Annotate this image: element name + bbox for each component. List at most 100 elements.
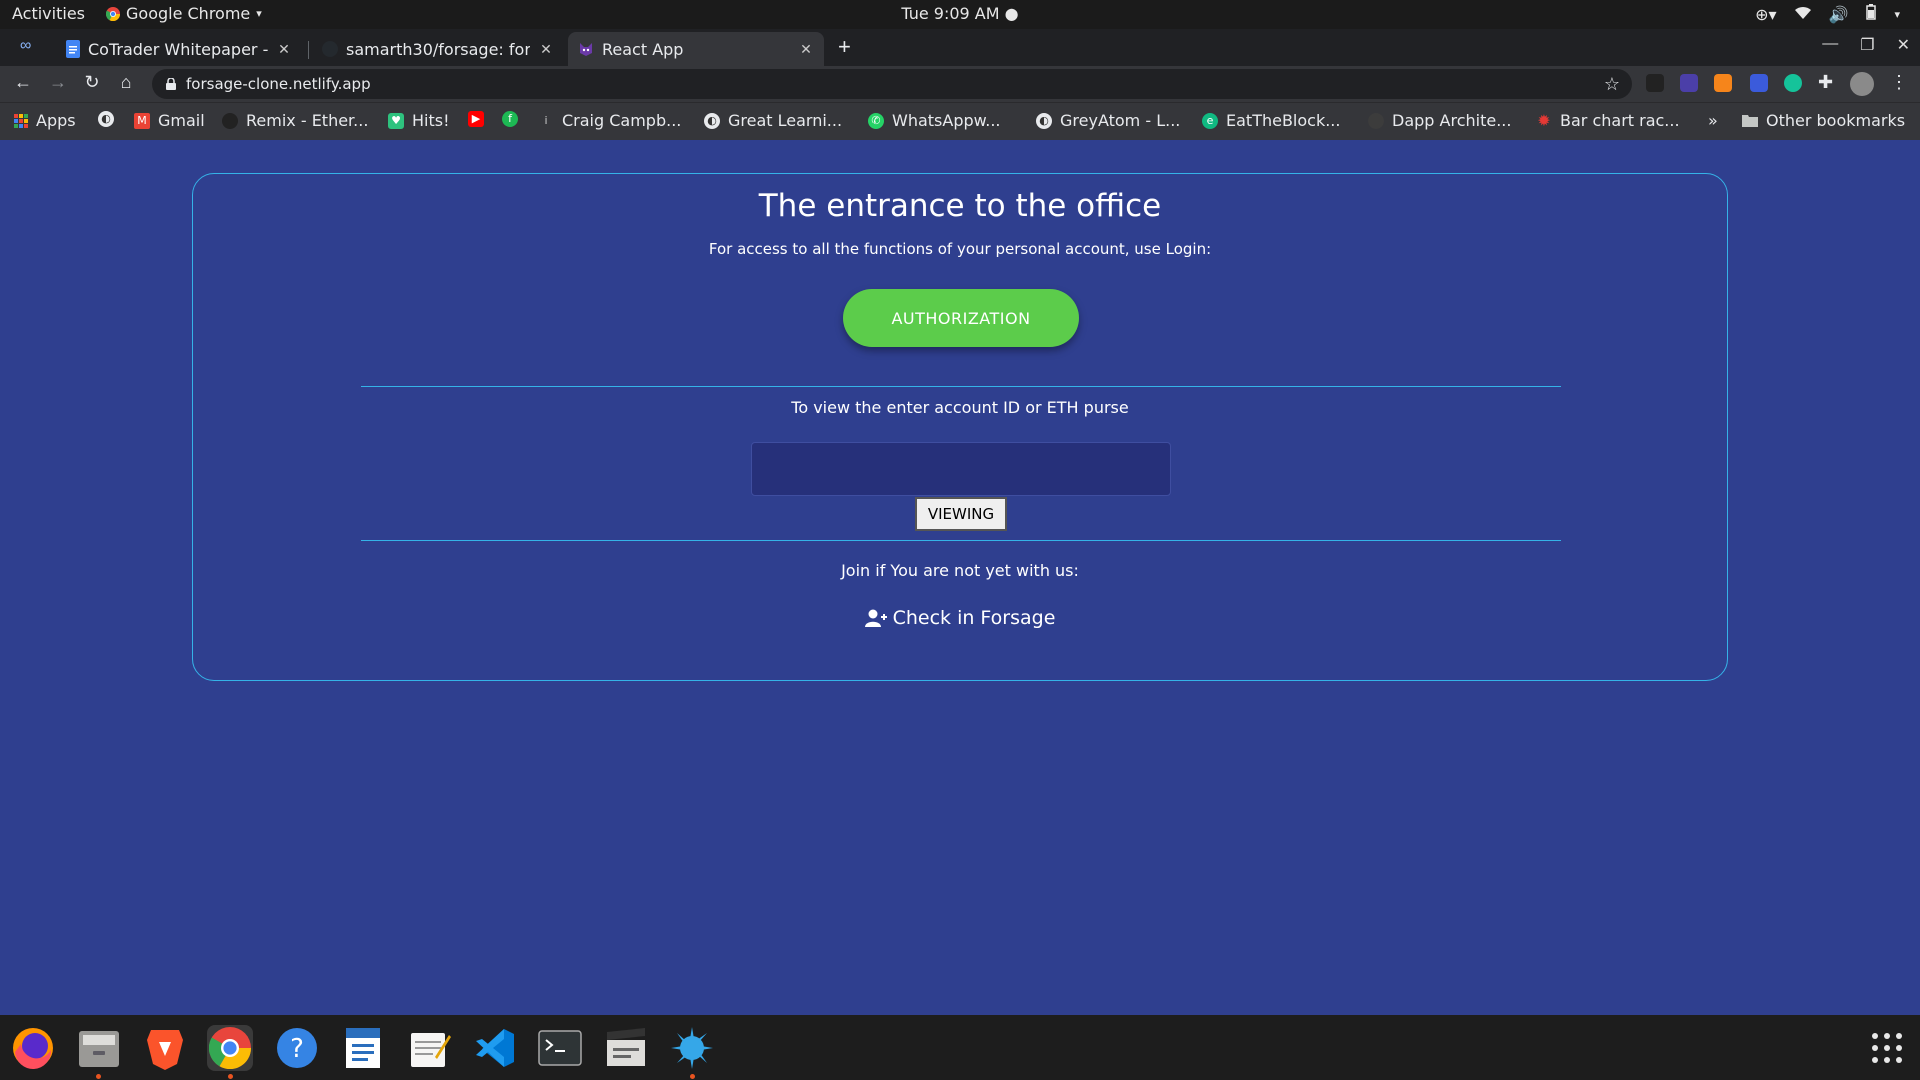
bookmark-whatsapp[interactable]: ✆ WhatsAppw... xyxy=(868,111,1001,130)
check-in-label: Check in Forsage xyxy=(892,607,1056,629)
authorization-button[interactable]: AUTHORIZATION xyxy=(843,289,1079,347)
bookmark-label: Craig Campb... xyxy=(562,111,682,130)
close-window-icon[interactable]: ✕ xyxy=(1897,35,1910,55)
bookmark-label: Gmail xyxy=(158,111,205,130)
app-name: Google Chrome xyxy=(126,4,251,23)
vscode-icon[interactable] xyxy=(472,1025,518,1071)
login-card: The entrance to the office For access to… xyxy=(192,173,1728,681)
back-icon[interactable]: ← xyxy=(11,72,35,93)
globe-icon: ◐ xyxy=(98,111,114,127)
tab-search-icon[interactable]: ∞ xyxy=(20,37,31,55)
home-icon[interactable]: ⌂ xyxy=(114,72,138,93)
app-menu[interactable]: Google Chrome ▾ xyxy=(106,4,262,23)
video-editor-icon[interactable] xyxy=(603,1025,649,1071)
tab-cotrader[interactable]: CoTrader Whitepaper - C ✕ xyxy=(56,32,302,66)
extension-icon[interactable] xyxy=(1680,74,1698,92)
extension-icon[interactable] xyxy=(1646,74,1664,92)
system-tray[interactable]: ⊕▾ 🔊 ▾ xyxy=(1755,4,1900,24)
bookmark-bar-chart-race[interactable]: ✹ Bar chart rac... xyxy=(1536,111,1680,130)
menu-icon[interactable]: ⋮ xyxy=(1890,72,1908,93)
bookmark-label: Great Learni... xyxy=(728,111,843,130)
chrome-small-icon xyxy=(106,6,120,21)
bookmark-eattheblock[interactable]: e EatTheBlock... xyxy=(1202,111,1340,130)
tab-label: CoTrader Whitepaper - C xyxy=(88,39,268,59)
avatar[interactable] xyxy=(1850,72,1874,96)
brave-icon[interactable] xyxy=(142,1025,188,1071)
bookmark-apps[interactable]: Apps xyxy=(14,111,76,130)
running-indicator xyxy=(228,1074,233,1079)
writer-icon[interactable] xyxy=(340,1025,386,1071)
close-icon[interactable]: ✕ xyxy=(798,41,814,58)
restore-icon[interactable]: ❐ xyxy=(1860,35,1874,55)
bookmark-label: Apps xyxy=(36,111,76,130)
other-bookmarks-label: Other bookmarks xyxy=(1766,111,1906,130)
remix-icon xyxy=(222,112,238,129)
reload-icon[interactable]: ↻ xyxy=(80,72,104,93)
bookmark-green[interactable]: f xyxy=(502,111,518,127)
other-bookmarks[interactable]: Other bookmarks xyxy=(1742,111,1905,130)
check-in-link[interactable]: Check in Forsage xyxy=(193,607,1727,629)
minimize-icon[interactable]: — xyxy=(1822,35,1838,55)
files-icon[interactable] xyxy=(76,1025,122,1071)
bookmark-label: WhatsAppw... xyxy=(892,111,1001,130)
globe-icon: ◐ xyxy=(704,112,720,129)
close-icon[interactable]: ✕ xyxy=(276,41,292,58)
chevron-down-icon[interactable]: ▾ xyxy=(1894,8,1900,21)
tab-react-app[interactable]: React App ✕ xyxy=(568,32,824,66)
bookmark-hits[interactable]: ♥ Hits! xyxy=(388,111,450,130)
eattheblock-icon: e xyxy=(1202,112,1218,129)
viewing-button[interactable]: VIEWING xyxy=(915,497,1007,531)
bookmark-craig[interactable]: i Craig Campb... xyxy=(538,111,681,130)
forward-icon[interactable]: → xyxy=(46,72,70,93)
clock[interactable]: Tue 9:09 AM xyxy=(901,4,999,23)
text-editor-icon[interactable] xyxy=(406,1025,452,1071)
bookmark-greyatom[interactable]: ◐ GreyAtom - L... xyxy=(1036,111,1180,130)
wifi-icon[interactable] xyxy=(1794,5,1811,24)
app-dock: ? xyxy=(0,1015,1920,1080)
bookmark-gmail[interactable]: M Gmail xyxy=(134,111,205,130)
splash-app-icon[interactable] xyxy=(669,1025,715,1071)
activities-button[interactable]: Activities xyxy=(12,4,85,23)
globe-icon: ◐ xyxy=(1036,112,1052,129)
tab-github-forsage[interactable]: samarth30/forsage: fors ✕ xyxy=(312,32,564,66)
bookmark-remix[interactable]: Remix - Ether... xyxy=(222,111,368,130)
notification-dot-icon: ● xyxy=(999,4,1019,23)
system-top-bar: Activities Google Chrome ▾ Tue 9:09 AM ●… xyxy=(0,0,1920,29)
bookmark-great-learning[interactable]: ◐ Great Learni... xyxy=(704,111,842,130)
chrome-icon[interactable] xyxy=(207,1025,253,1071)
close-icon[interactable]: ✕ xyxy=(538,41,554,58)
bookmark-label: GreyAtom - L... xyxy=(1060,111,1181,130)
metamask-icon[interactable] xyxy=(1714,74,1732,92)
extensions-puzzle-icon[interactable]: ✚ xyxy=(1818,72,1833,93)
bookmark-dapp-architecture[interactable]: Dapp Archite... xyxy=(1368,111,1511,130)
bookmarks-bar: Apps ◐ M Gmail Remix - Ether... ♥ Hits! ▶ … xyxy=(0,102,1920,140)
hits-icon: ♥ xyxy=(388,112,404,129)
bookmark-label: Hits! xyxy=(412,111,450,130)
bookmarks-overflow-button[interactable]: » xyxy=(1708,111,1718,130)
bookmark-globe[interactable]: ◐ xyxy=(98,111,114,127)
new-tab-button[interactable]: + xyxy=(838,34,851,60)
account-id-input[interactable] xyxy=(751,442,1171,496)
browser-tab-strip: ∞ CoTrader Whitepaper - C ✕ samarth30/fo… xyxy=(0,29,1920,66)
shield-icon[interactable] xyxy=(1750,74,1768,92)
whatsapp-icon: ✆ xyxy=(868,112,884,129)
address-bar[interactable]: forsage-clone.netlify.app ☆ xyxy=(152,69,1632,99)
bookmark-label: Bar chart rac... xyxy=(1560,111,1680,130)
grammarly-icon[interactable] xyxy=(1784,74,1802,92)
show-applications-icon[interactable] xyxy=(1864,1025,1910,1071)
youtube-icon: ▶ xyxy=(468,111,484,127)
volume-icon[interactable]: 🔊 xyxy=(1829,5,1849,24)
accessibility-icon[interactable]: ⊕▾ xyxy=(1755,5,1776,24)
page-title: The entrance to the office xyxy=(758,188,1162,224)
window-controls: — ❐ ✕ xyxy=(1822,35,1910,55)
terminal-icon[interactable] xyxy=(537,1025,583,1071)
github-icon xyxy=(1368,112,1384,129)
help-icon[interactable]: ? xyxy=(274,1025,320,1071)
firefox-icon[interactable] xyxy=(10,1025,56,1071)
star-icon[interactable]: ☆ xyxy=(1604,74,1620,95)
login-subtitle: For access to all the functions of your … xyxy=(708,240,1212,258)
github-icon xyxy=(322,41,338,57)
bookmark-youtube[interactable]: ▶ xyxy=(468,111,484,127)
divider xyxy=(361,386,1561,387)
battery-icon[interactable] xyxy=(1866,4,1877,24)
